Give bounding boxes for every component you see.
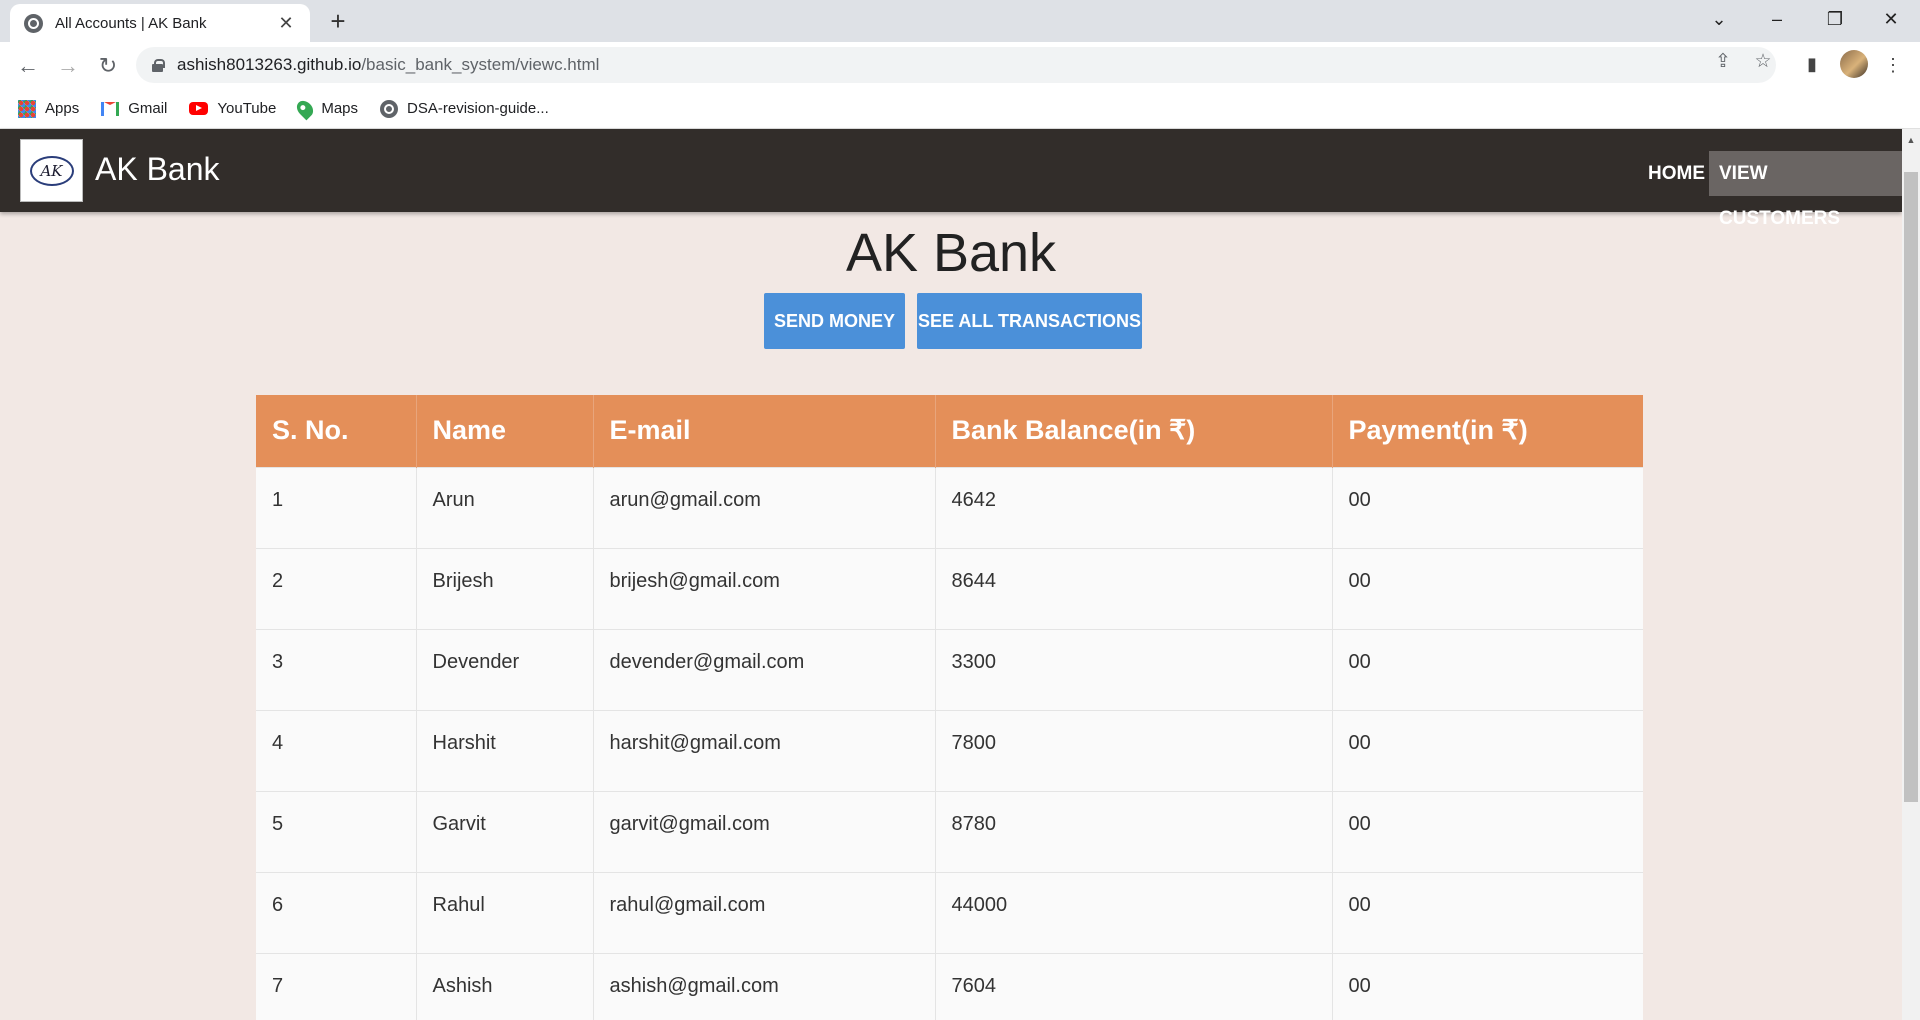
- cell-sno: 5: [256, 790, 417, 872]
- bookmark-dsa[interactable]: DSA-revision-guide...: [380, 99, 549, 118]
- tab-search-icon[interactable]: ⌄: [1690, 0, 1748, 38]
- cell-name: Arun: [416, 466, 594, 548]
- table-row: 3 Devender devender@gmail.com 3300 00: [256, 628, 1643, 710]
- profile-avatar[interactable]: [1840, 50, 1868, 78]
- gmail-icon: [101, 101, 120, 116]
- cell-name: Rahul: [416, 871, 594, 953]
- cell-balance: 8644: [935, 547, 1333, 629]
- scroll-up-arrow-icon[interactable]: ▲: [1902, 129, 1920, 151]
- tab-close-icon[interactable]: ✕: [276, 13, 296, 34]
- nav-view-customers-link[interactable]: VIEW CUSTOMERS: [1709, 151, 1902, 229]
- header-name: Name: [416, 395, 594, 467]
- bookmark-star-icon[interactable]: ☆: [1751, 50, 1775, 74]
- cell-email: devender@gmail.com: [593, 628, 936, 710]
- cell-email: ashish@gmail.com: [593, 952, 936, 1020]
- bookmark-youtube[interactable]: YouTube: [189, 100, 276, 117]
- side-panel-icon[interactable]: ▮: [1801, 53, 1823, 75]
- header-email: E-mail: [593, 395, 936, 467]
- menu-dots-icon[interactable]: ⋮: [1882, 54, 1904, 76]
- restore-icon[interactable]: ❐: [1806, 0, 1864, 38]
- cell-name: Brijesh: [416, 547, 594, 629]
- cell-balance: 7604: [935, 952, 1333, 1020]
- send-money-button[interactable]: SEND MONEY: [764, 293, 905, 349]
- bookmarks-bar: Apps Gmail YouTube Maps DSA-revision-gui…: [0, 89, 1920, 129]
- cell-payment: 00: [1332, 466, 1643, 548]
- browser-tab-bar: All Accounts | AK Bank ✕ + ⌄ – ❐ ✕: [0, 0, 1920, 42]
- address-bar[interactable]: ashish8013263.github.io/basic_bank_syste…: [136, 47, 1776, 83]
- table-header-row: S. No. Name E-mail Bank Balance(in ₹) Pa…: [256, 395, 1643, 467]
- tab-title: All Accounts | AK Bank: [55, 14, 207, 32]
- cell-balance: 8780: [935, 790, 1333, 872]
- minimize-icon[interactable]: –: [1748, 0, 1806, 38]
- table-row: 4 Harshit harshit@gmail.com 7800 00: [256, 709, 1643, 791]
- cell-payment: 00: [1332, 547, 1643, 629]
- cell-sno: 2: [256, 547, 417, 629]
- apps-grid-icon: [18, 99, 36, 118]
- cell-email: garvit@gmail.com: [593, 790, 936, 872]
- reload-icon[interactable]: ↻: [92, 50, 124, 82]
- bookmark-apps[interactable]: Apps: [18, 99, 79, 118]
- browser-tab[interactable]: All Accounts | AK Bank ✕: [10, 4, 310, 42]
- youtube-icon: [189, 102, 209, 115]
- browser-toolbar: ← → ↻ ashish8013263.github.io/basic_bank…: [0, 42, 1920, 89]
- window-close-icon[interactable]: ✕: [1862, 0, 1920, 38]
- nav-home-link[interactable]: HOME: [1638, 151, 1715, 196]
- page-title: AK Bank: [845, 223, 1057, 283]
- cell-email: arun@gmail.com: [593, 466, 936, 548]
- cell-balance: 7800: [935, 709, 1333, 791]
- table-row: 7 Ashish ashish@gmail.com 7604 00: [256, 952, 1643, 1020]
- globe-icon: [24, 13, 43, 33]
- cell-name: Garvit: [416, 790, 594, 872]
- header-balance: Bank Balance(in ₹): [935, 395, 1333, 467]
- cell-payment: 00: [1332, 952, 1643, 1020]
- share-icon[interactable]: ⇪: [1711, 50, 1735, 74]
- cell-payment: 00: [1332, 628, 1643, 710]
- cell-sno: 4: [256, 709, 417, 791]
- table-row: 2 Brijesh brijesh@gmail.com 8644 00: [256, 547, 1643, 629]
- cell-email: harshit@gmail.com: [593, 709, 936, 791]
- cell-payment: 00: [1332, 790, 1643, 872]
- back-arrow-icon[interactable]: ←: [12, 50, 44, 82]
- table-row: 1 Arun arun@gmail.com 4642 00: [256, 466, 1643, 548]
- lock-icon: [152, 58, 165, 72]
- forward-arrow-icon[interactable]: →: [52, 50, 84, 82]
- site-navbar: AK AK Bank HOME VIEW CUSTOMERS: [0, 129, 1902, 229]
- scrollbar-thumb[interactable]: [1904, 172, 1918, 802]
- cell-payment: 00: [1332, 709, 1643, 791]
- cell-sno: 1: [256, 466, 417, 548]
- see-all-transactions-button[interactable]: SEE ALL TRANSACTIONS: [917, 293, 1142, 349]
- table-row: 6 Rahul rahul@gmail.com 44000 00: [256, 871, 1643, 953]
- header-sno: S. No.: [256, 395, 417, 467]
- new-tab-button[interactable]: +: [322, 6, 354, 38]
- globe-icon: [380, 99, 399, 118]
- cell-email: brijesh@gmail.com: [593, 547, 936, 629]
- cell-sno: 6: [256, 871, 417, 953]
- cell-payment: 00: [1332, 871, 1643, 953]
- cell-sno: 3: [256, 628, 417, 710]
- cell-sno: 7: [256, 952, 417, 1020]
- bookmark-gmail[interactable]: Gmail: [101, 100, 167, 117]
- header-payment: Payment(in ₹): [1332, 395, 1643, 467]
- brand-name[interactable]: AK Bank: [95, 151, 220, 188]
- table-row: 5 Garvit garvit@gmail.com 8780 00: [256, 790, 1643, 872]
- customers-table-container: S. No. Name E-mail Bank Balance(in ₹) Pa…: [256, 395, 1643, 1020]
- maps-pin-icon: [294, 97, 317, 120]
- cell-name: Ashish: [416, 952, 594, 1020]
- cell-name: Devender: [416, 628, 594, 710]
- logo-mark: AK: [29, 155, 74, 186]
- bank-logo[interactable]: AK: [20, 139, 83, 202]
- bookmark-maps[interactable]: Maps: [294, 97, 358, 120]
- cell-balance: 4642: [935, 466, 1333, 548]
- cell-balance: 3300: [935, 628, 1333, 710]
- cell-name: Harshit: [416, 709, 594, 791]
- url-text: ashish8013263.github.io/basic_bank_syste…: [177, 55, 600, 74]
- cell-email: rahul@gmail.com: [593, 871, 936, 953]
- customers-table: S. No. Name E-mail Bank Balance(in ₹) Pa…: [256, 395, 1643, 1020]
- cell-balance: 44000: [935, 871, 1333, 953]
